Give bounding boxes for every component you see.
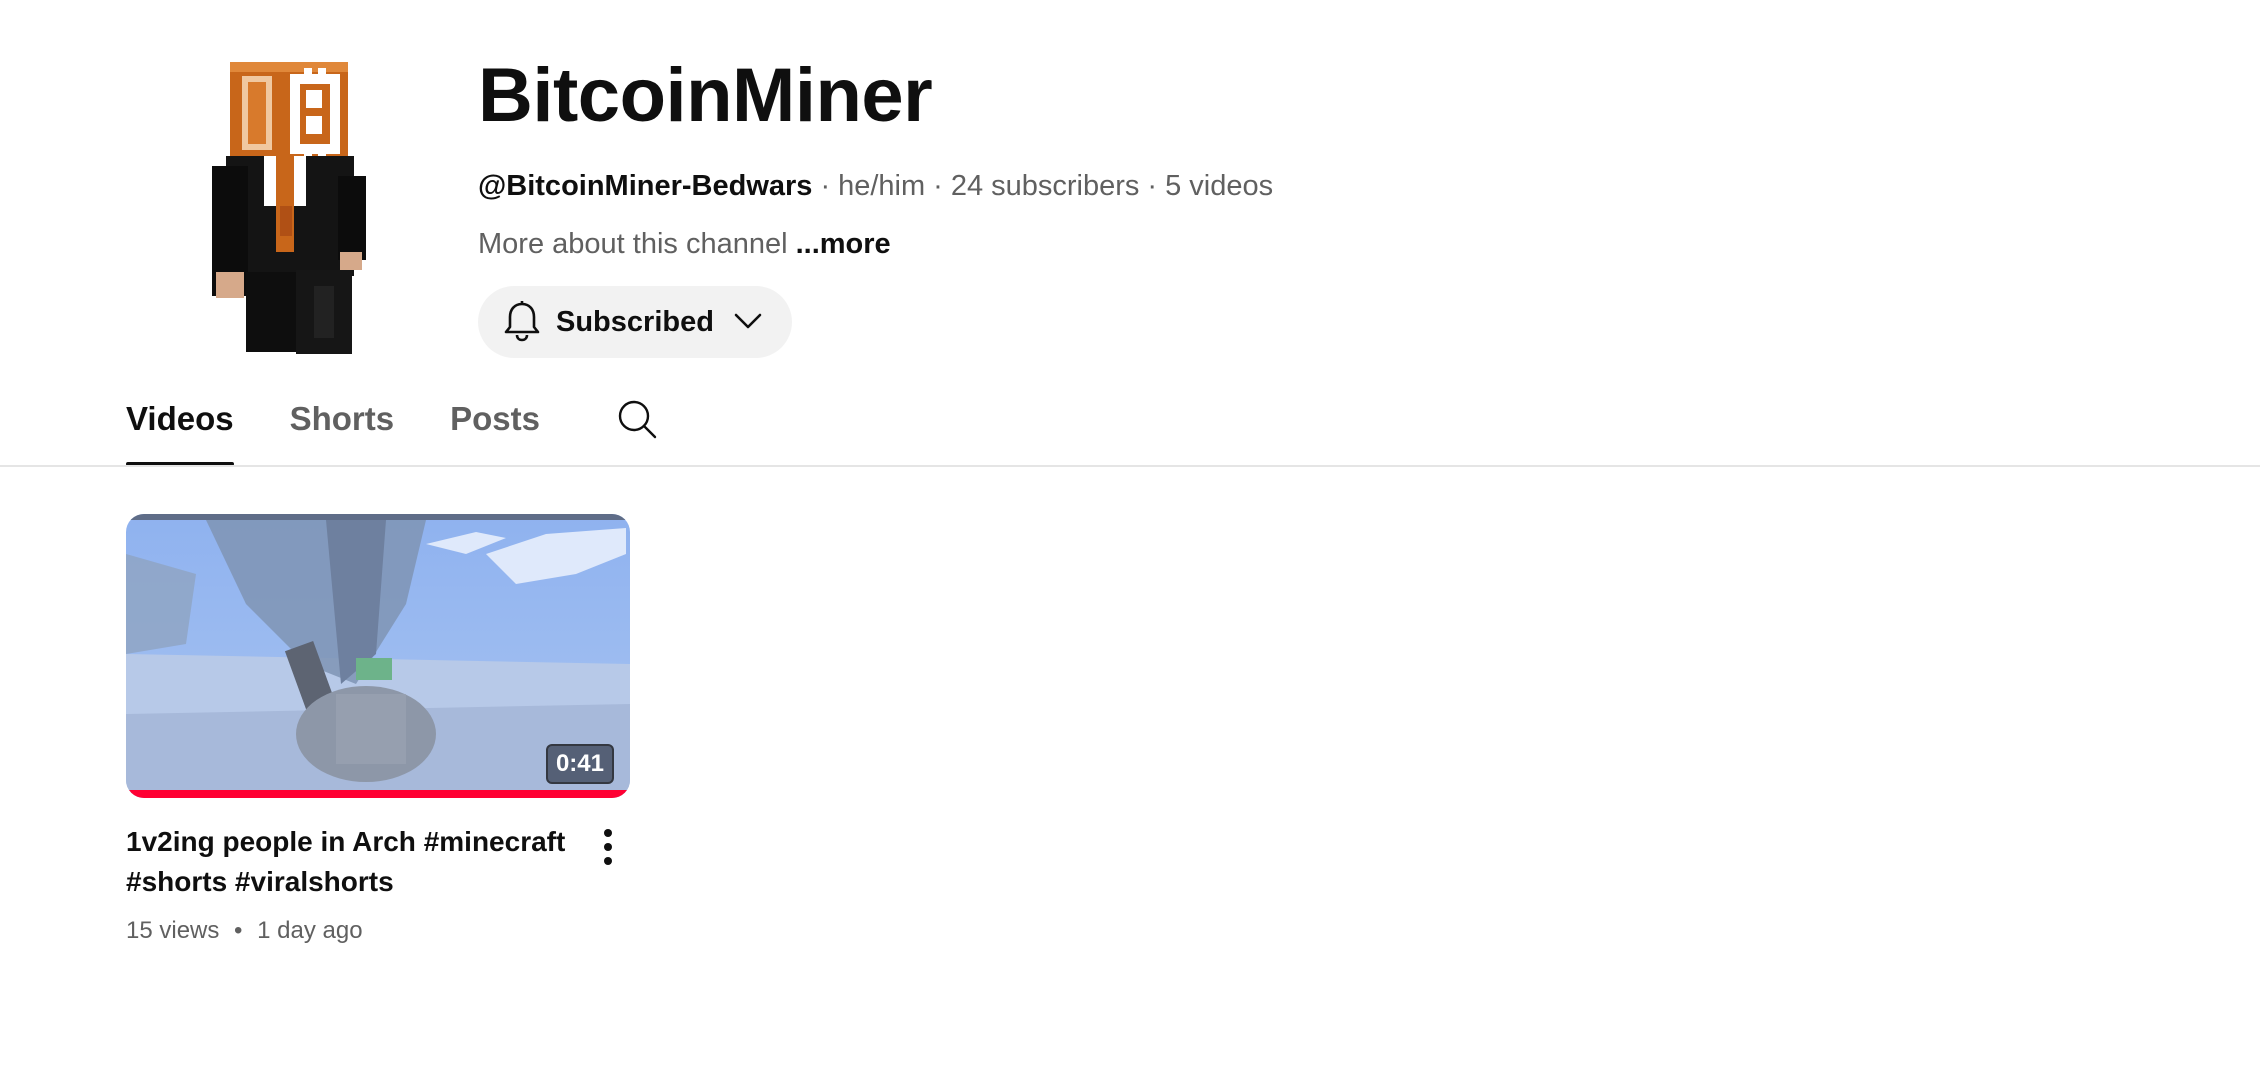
tab-videos[interactable]: Videos bbox=[126, 392, 234, 466]
channel-about[interactable]: More about this channel ...more bbox=[478, 224, 1273, 264]
upload-age: 1 day ago bbox=[257, 917, 363, 944]
tabs-divider bbox=[0, 465, 2260, 467]
video-thumbnail[interactable]: 0:41 bbox=[126, 514, 630, 798]
separator: · bbox=[933, 170, 943, 202]
tab-shorts[interactable]: Shorts bbox=[290, 392, 395, 466]
channel-meta: BitcoinMiner @BitcoinMiner-Bedwars · he/hi… bbox=[478, 56, 1273, 358]
video-card[interactable]: 0:41 1v2ing people in Arch #minecraft #s… bbox=[126, 514, 630, 948]
video-duration: 0:41 bbox=[545, 744, 614, 784]
channel-name: BitcoinMiner bbox=[478, 53, 933, 138]
video-info: 1v2ing people in Arch #minecraft #shorts… bbox=[126, 822, 630, 948]
separator: • bbox=[234, 917, 243, 944]
watch-progress bbox=[126, 790, 630, 798]
subscribed-button[interactable]: Subscribed bbox=[478, 286, 792, 358]
search-icon[interactable] bbox=[616, 398, 658, 445]
video-metadata: 15 views • 1 day ago bbox=[126, 914, 570, 948]
channel-avatar[interactable] bbox=[206, 56, 396, 356]
chevron-down-icon bbox=[734, 312, 762, 333]
channel-stats: @BitcoinMiner-Bedwars · he/him · 24 subscrib… bbox=[478, 166, 1273, 206]
view-count: 15 views bbox=[126, 917, 220, 944]
channel-pronouns: he/him bbox=[838, 170, 926, 202]
video-count: 5 videos bbox=[1165, 170, 1274, 202]
subscriber-count: 24 subscribers bbox=[950, 170, 1140, 202]
channel-handle[interactable]: @BitcoinMiner-Bedwars bbox=[478, 170, 812, 202]
more-link[interactable]: ...more bbox=[796, 228, 891, 260]
subscribed-label: Subscribed bbox=[556, 305, 714, 338]
video-title[interactable]: 1v2ing people in Arch #minecraft #shorts… bbox=[126, 822, 570, 902]
about-text: More about this channel bbox=[478, 228, 788, 260]
bell-icon bbox=[502, 300, 542, 345]
tab-posts[interactable]: Posts bbox=[450, 392, 540, 466]
channel-header: BitcoinMiner @BitcoinMiner-Bedwars · he/hi… bbox=[126, 56, 1926, 358]
avatar-image bbox=[212, 62, 366, 354]
separator: · bbox=[820, 170, 831, 202]
separator: · bbox=[1147, 170, 1158, 202]
channel-tabs: Videos Shorts Posts bbox=[126, 392, 658, 466]
more-vert-icon[interactable] bbox=[586, 822, 630, 872]
